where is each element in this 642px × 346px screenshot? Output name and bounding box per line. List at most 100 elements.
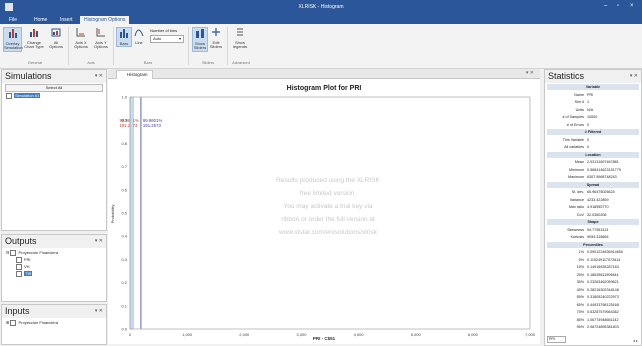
group-advanced: Advanced — [232, 60, 250, 65]
tab-home[interactable]: Home — [30, 16, 51, 24]
output-item[interactable]: TIR — [16, 271, 33, 277]
stats-row: 1% 0.0901224836914650 — [547, 249, 639, 255]
bins-label: Number of bins — [150, 28, 178, 33]
stats-row: 65% 0.44933798125168 — [547, 302, 639, 308]
stats-value: 6307.5968748243 — [587, 175, 617, 179]
stats-key: 75% — [576, 310, 584, 314]
show-legends-label: Show legends — [232, 39, 247, 49]
stats-key: 5% — [578, 257, 584, 262]
y-tick-label: 0.9 — [121, 118, 127, 123]
stats-value: 2.03131697467881 — [587, 160, 619, 164]
stats-value: 9094.318684 — [587, 235, 609, 239]
tab-file[interactable]: File — [5, 16, 21, 24]
output-checkbox[interactable] — [16, 271, 22, 277]
stats-key: Max ratio — [568, 205, 584, 209]
group-sliders: Sliders — [201, 60, 215, 65]
minimize-icon[interactable]: – — [604, 3, 607, 9]
y-tick-label: 0.7 — [121, 164, 127, 169]
stats-value: 10000 — [587, 115, 598, 119]
bars-button[interactable]: Bars — [116, 27, 132, 47]
maximize-icon[interactable]: ▫ — [617, 3, 619, 9]
overlay-simulation-button[interactable]: Overlay Simulation — [3, 27, 23, 52]
stats-value: 65.96475026624 — [587, 190, 615, 194]
output-item[interactable]: FRI — [16, 257, 30, 263]
close-icon[interactable]: × — [630, 3, 634, 9]
ribbon-separator — [227, 27, 228, 65]
line-button[interactable]: Line — [132, 27, 146, 45]
outputs-root-label: Proyección Financiera — [18, 250, 59, 256]
stats-key: 15% — [576, 265, 584, 269]
stats-row: 95% 2.08724895381603 — [547, 324, 639, 330]
sliders-icon — [196, 29, 204, 38]
stats-value: 32.0360208 — [587, 212, 607, 217]
stats-row: Sim #1 — [547, 99, 639, 105]
overlay-icon — [8, 29, 17, 38]
stats-value: 0 — [587, 137, 590, 142]
ribbon-tabs: File Home Insert Histogram Options — [0, 15, 642, 24]
stats-section-header: Variable — [547, 84, 639, 90]
slider-value-label: 191.2573 — [143, 123, 162, 128]
axis-x-options-button[interactable]: Axis X Options — [72, 27, 90, 50]
stats-row: Mean 2.03131697467881 — [547, 159, 639, 165]
bars-icon — [120, 29, 128, 38]
stats-key: # of Errors — [566, 122, 584, 127]
stats-key: Units — [575, 107, 584, 112]
edit-sliders-icon — [212, 28, 220, 36]
simulation-checkbox[interactable] — [6, 93, 12, 99]
chevron-down-icon: ▾ — [178, 36, 181, 41]
outputs-root-checkbox[interactable] — [10, 250, 17, 256]
stats-row: 45% 0.28216302348148 — [547, 287, 639, 293]
panel-controls-icon[interactable]: ▾ ✕ — [95, 73, 103, 79]
stats-key: This Variable — [562, 137, 584, 142]
variable-select[interactable]: PRI — [547, 336, 566, 343]
collapse-icon[interactable]: ⊟ — [6, 250, 9, 255]
all-options-button[interactable]: All Options — [47, 27, 65, 50]
tab-insert[interactable]: Insert — [56, 16, 77, 24]
stats-key: 65% — [576, 302, 584, 307]
inputs-root-checkbox[interactable] — [10, 320, 17, 326]
output-checkbox[interactable] — [16, 257, 22, 263]
panel-controls-icon[interactable]: ▾ ✕ — [630, 73, 638, 79]
stats-key: 85% — [576, 317, 584, 322]
edit-sliders-button[interactable]: Edit Sliders — [209, 27, 223, 50]
expand-icon[interactable]: ⊞ — [6, 320, 9, 325]
tab-histogram[interactable]: Histogram — [116, 70, 153, 79]
stats-value: 1 — [587, 100, 590, 104]
output-item[interactable]: VH — [16, 264, 30, 270]
show-legends-button[interactable]: Show legends — [231, 27, 249, 50]
stats-row: Kurtosis 9094.318684 — [547, 234, 639, 240]
stats-key: Skewness — [567, 227, 584, 232]
inputs-root[interactable]: ⊞ Proyección Financiera — [6, 320, 58, 326]
stats-value: 0.115249117072614 — [587, 257, 621, 262]
watermark-line: www.xlstat.com/en/solutions/xlrisk — [278, 229, 378, 236]
bars-label: Bars — [119, 40, 129, 46]
stats-value: 0 — [587, 145, 590, 149]
ribbon-separator — [113, 27, 114, 65]
stats-value: 0.568414623151779 — [587, 167, 621, 172]
outputs-root[interactable]: ⊟ Proyección Financiera — [6, 250, 58, 256]
output-checkbox[interactable] — [16, 264, 22, 270]
select-all-button[interactable]: Select All — [5, 84, 103, 92]
stats-value: N/A — [587, 107, 594, 112]
tab-histogram-options[interactable]: Histogram Options — [80, 16, 130, 24]
nav-arrows-icon[interactable]: ◂ ▸ — [633, 338, 638, 343]
stats-row: Skewness 94.77953113 — [547, 227, 639, 233]
stats-value: 0.0901224836914650 — [587, 250, 623, 254]
stats-value: 0.18639811909844 — [587, 272, 619, 277]
simulation-item[interactable]: Simulation #1 — [6, 93, 41, 99]
change-chart-type-button[interactable]: Change Chart Type — [23, 27, 45, 50]
simulations-panel: Simulations ▾ ✕ Select All Simulation #1 — [1, 69, 107, 231]
bins-select[interactable]: Auto ▾ — [150, 35, 184, 43]
axis-y-options-button[interactable]: Axis Y Options — [92, 27, 110, 50]
panel-controls-icon[interactable]: ▾ ✕ — [95, 238, 103, 244]
y-axis-label: Probability — [110, 205, 115, 224]
stats-row: # of Samples 10000 — [547, 114, 639, 120]
stats-value: 0.14916535287163 — [587, 265, 619, 269]
document-controls-icon[interactable]: ▾ ✕ — [526, 70, 534, 76]
y-tick-label: 0.5 — [121, 211, 127, 216]
panel-controls-icon[interactable]: ▾ ✕ — [95, 308, 103, 314]
stats-row: St. dev. 65.96475026624 — [547, 189, 639, 195]
tab-histogram-label: Histogram — [127, 72, 148, 77]
simulation-item-label: Simulation #1 — [14, 93, 41, 99]
show-sliders-button[interactable]: Show Sliders — [192, 27, 208, 52]
